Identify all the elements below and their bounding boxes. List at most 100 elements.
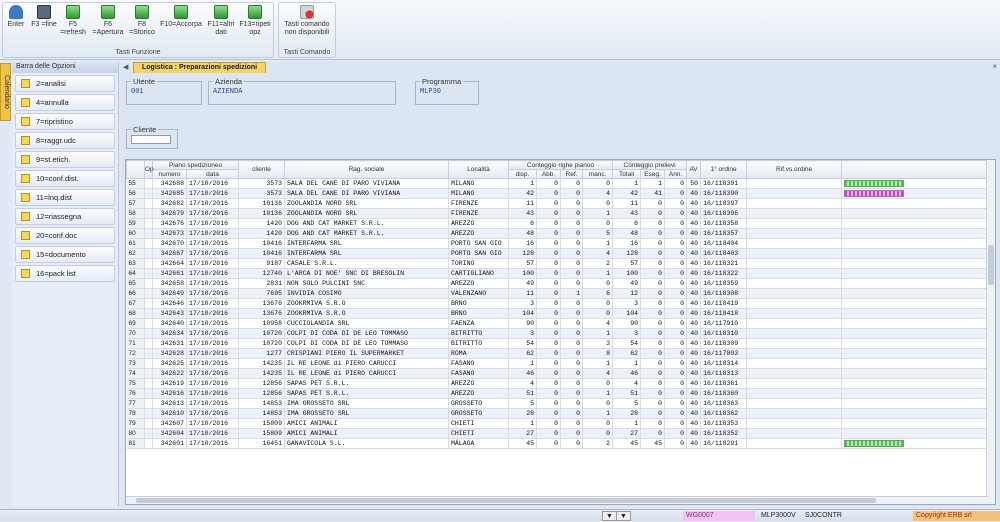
f6-apertura-button[interactable]: F6 =Apertura	[90, 3, 126, 37]
table-row[interactable]: 57 342682 17/10/2016 10136 ZOOLANDIA NORD SR…	[126, 198, 995, 209]
table-row[interactable]: 77 342613 17/10/2016 14853 IMA GROSSETO SRL G…	[126, 398, 995, 409]
table-row[interactable]: 59 342676 17/10/2016 1420 DOG AND CAT MARKET…	[126, 218, 995, 229]
page-up-icon[interactable]: ▼	[616, 511, 631, 521]
table-row[interactable]: 65 342658 17/10/2016 2831 NON SOLO PULCINI S…	[126, 278, 995, 289]
horizontal-scroll-thumb[interactable]	[136, 498, 876, 503]
abb-cell: 0	[536, 258, 561, 269]
manc-cell: 1	[582, 388, 614, 399]
header-ann[interactable]: Ann.	[664, 169, 688, 179]
table-row[interactable]: 55 342688 17/10/2016 3573 SALA DEL CANE DI P…	[126, 178, 995, 189]
page-down-icon[interactable]: ▼	[602, 511, 617, 521]
grid-body: 55 342688 17/10/2016 3573 SALA DEL CANE DI P…	[126, 178, 995, 449]
numero-cell: 342643	[152, 308, 187, 319]
sidebar-item-raggr-udc[interactable]: 8=raggr.udc	[15, 132, 115, 149]
table-row[interactable]: 73 342625 17/10/2016 14235 IL RE LEONE di PI…	[126, 358, 995, 369]
header-piano[interactable]: Piano spedizioneo	[152, 160, 239, 170]
header-numero[interactable]: numero	[152, 169, 187, 179]
table-row[interactable]: 75 342619 17/10/2016 12856 SAPAS PET S.R.L. A…	[126, 378, 995, 389]
table-row[interactable]: 56 342685 17/10/2016 3573 SALA DEL CANE DI P…	[126, 188, 995, 199]
header-localita[interactable]: Località	[448, 160, 509, 179]
header-av[interactable]: AV	[686, 160, 702, 179]
f13-ripeti-opz-button[interactable]: F13=ripeti opz	[238, 3, 272, 37]
sidebar-item-documento[interactable]: 15=documento	[15, 246, 115, 263]
header-cliente[interactable]: cliente	[238, 160, 285, 179]
table-row[interactable]: 68 342643 17/10/2016 13676 ZOOKRMIVA S.R.O BR…	[126, 308, 995, 319]
f8-storico-button[interactable]: F8 =Storico	[127, 3, 157, 37]
progress-cell	[841, 378, 995, 389]
table-row[interactable]: 63 342664 17/10/2016 9187 CASALE S.R.L. TORIN…	[126, 258, 995, 269]
header-rag-sociale[interactable]: Rag. sociale	[284, 160, 449, 179]
header-conteggio-prelievi[interactable]: Conteggio prelievi	[612, 160, 688, 170]
row-number: 66	[126, 288, 145, 299]
horizontal-scrollbar[interactable]	[126, 496, 988, 504]
sidebar-item-pack-list[interactable]: 16=pack list	[15, 265, 115, 282]
f3-fine-button[interactable]: F3 =fine	[30, 3, 58, 29]
cliente-input[interactable]	[131, 135, 171, 144]
sidebar-item-ripristino[interactable]: 7=ripristino	[15, 113, 115, 130]
cliente-cell: 10720	[238, 328, 285, 339]
eseg-cell: 0	[640, 408, 666, 419]
sidebar-item-riassegna[interactable]: 12=riassegna	[15, 208, 115, 225]
tab-preparazioni-spedizioni[interactable]: Logistica : Preparazioni spedizioni	[133, 62, 267, 73]
table-row[interactable]: 78 342610 17/10/2016 14853 IMA GROSSETO SRL G…	[126, 408, 995, 419]
sidebar-item-conf-dist[interactable]: 10=conf.dist.	[15, 170, 115, 187]
status-program: MLP3000V	[761, 512, 796, 519]
sidebar-item-annulla[interactable]: 4=annulla	[15, 94, 115, 111]
eseg-cell: 0	[640, 338, 666, 349]
sidebar-item-st-etich[interactable]: 9=st.etich.	[15, 151, 115, 168]
table-row[interactable]: 80 342604 17/10/2016 15809 AMICI ANIMALI CHIE…	[126, 428, 995, 439]
table-row[interactable]: 74 342622 17/10/2016 14235 IL RE LEONE di PI…	[126, 368, 995, 379]
header-manc[interactable]: manc.	[581, 169, 614, 179]
header-eseg[interactable]: Eseg.	[640, 169, 666, 179]
option-square-icon	[21, 193, 30, 202]
disp-cell: 45	[508, 438, 537, 449]
header-rif-ordine[interactable]: Rif.vs.ordine	[746, 160, 843, 179]
manc-cell: 2	[582, 438, 614, 449]
f10-accorpa-button[interactable]: F10=Accorpa	[158, 3, 204, 29]
table-row[interactable]: 58 342679 17/10/2016 10136 ZOOLANDIA NORD SR…	[126, 208, 995, 219]
command-keys-button[interactable]: Tasti comando non disponibili	[280, 3, 334, 37]
numero-cell: 342640	[152, 318, 187, 329]
vertical-scroll-thumb[interactable]	[988, 245, 994, 285]
data-cell: 17/10/2016	[186, 268, 239, 279]
manc-cell: 8	[582, 348, 614, 359]
rif-ordine-cell	[746, 408, 843, 419]
table-row[interactable]: 66 342649 17/10/2016 7695 INVIDIA COSIMO VALE…	[126, 288, 995, 299]
calendar-side-tab[interactable]: Calendario	[0, 63, 11, 121]
enter-button[interactable]: Enter	[4, 3, 28, 29]
table-row[interactable]: 79 342607 17/10/2016 15809 AMICI ANIMALI CHIE…	[126, 418, 995, 429]
table-row[interactable]: 64 342661 17/10/2016 12740 L'ARCA DI NOE' SN…	[126, 268, 995, 279]
f5-refresh-button[interactable]: F5 =refresh	[58, 3, 88, 37]
header-abb[interactable]: Abb.	[536, 169, 561, 179]
sidebar-item-analisi[interactable]: 2=analisi	[15, 75, 115, 92]
header-primo-ordine[interactable]: 1° ordine	[700, 160, 748, 179]
header-op[interactable]: Op	[144, 160, 154, 179]
header-ref[interactable]: Ref.	[560, 169, 583, 179]
table-row[interactable]: 67 342646 17/10/2016 13676 ZOOKRMIVA S.R.O BR…	[126, 298, 995, 309]
av-cell: 40	[686, 428, 702, 439]
table-row[interactable]: 81 342601 17/10/2016 16451 GANAVICOLA S.L. MÁ…	[126, 438, 995, 449]
table-row[interactable]: 60 342673 17/10/2016 1420 DOG AND CAT MARKET…	[126, 228, 995, 239]
ref-cell: 1	[560, 288, 583, 299]
progress-cell	[841, 308, 995, 319]
f11-altri-dati-button[interactable]: F11=altri dati	[205, 3, 237, 37]
header-totali[interactable]: Totali	[612, 169, 642, 179]
localita-cell: PORTO SAN GIO	[448, 238, 509, 249]
eseg-cell: 0	[640, 398, 666, 409]
close-icon[interactable]: ×	[992, 62, 997, 71]
table-row[interactable]: 76 342616 17/10/2016 12856 SAPAS PET S.R.L. A…	[126, 388, 995, 399]
table-row[interactable]: 70 342634 17/10/2016 10720 COLPI DI CODA DI …	[126, 328, 995, 339]
table-row[interactable]: 69 342640 17/10/2016 10958 CUCCIOLANDIA SRL F…	[126, 318, 995, 329]
sidebar-item-lnq-dist[interactable]: 11=lnq.dist	[15, 189, 115, 206]
table-row[interactable]: 61 342670 17/10/2016 10416 INTERFARMA SRL POR…	[126, 238, 995, 249]
vertical-scrollbar[interactable]	[986, 160, 995, 504]
ann-cell: 0	[664, 228, 688, 239]
header-disp[interactable]: disp.	[508, 169, 537, 179]
header-conteggio-righe[interactable]: Conteggio righe pianoo	[507, 160, 614, 170]
table-row[interactable]: 72 342628 17/10/2016 1277 CRISPIANI PIERO IL…	[126, 348, 995, 359]
header-data[interactable]: data	[186, 169, 239, 179]
table-row[interactable]: 62 342667 17/10/2016 10416 INTERFARMA SRL POR…	[126, 248, 995, 259]
tab-scroll-left-icon[interactable]: ◀	[123, 63, 128, 71]
sidebar-item-conf-doc[interactable]: 20=conf.doc	[15, 227, 115, 244]
table-row[interactable]: 71 342631 17/10/2016 10720 COLPI DI CODA DI …	[126, 338, 995, 349]
